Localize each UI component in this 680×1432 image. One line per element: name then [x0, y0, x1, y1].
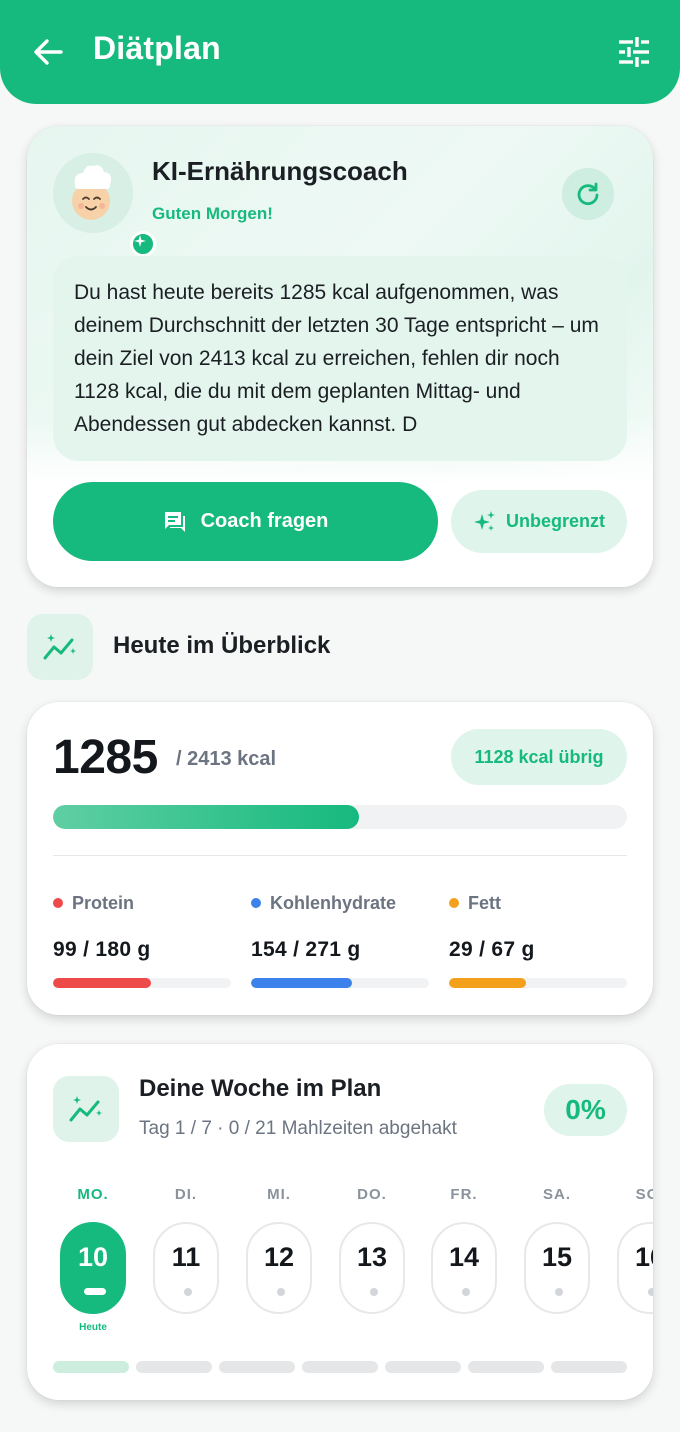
- macro-carbs: Kohlenhydrate 154 / 271 g: [251, 892, 429, 988]
- day-name: DO.: [357, 1186, 387, 1203]
- week-segment: [468, 1361, 544, 1373]
- day-3[interactable]: DO. 13: [339, 1186, 405, 1314]
- macro-name: Kohlenhydrate: [270, 892, 397, 913]
- day-pill[interactable]: 12: [246, 1222, 312, 1314]
- section-title-overview: Heute im Überblick: [113, 632, 331, 659]
- macro-value: 154 / 271 g: [251, 938, 361, 961]
- week-segment: [385, 1361, 461, 1373]
- calorie-progress-fill: [53, 805, 359, 829]
- week-segment: [551, 1361, 627, 1373]
- refresh-button[interactable]: [562, 168, 614, 220]
- day-1[interactable]: DI. 11: [153, 1186, 219, 1314]
- macro-progress-bar: [449, 978, 627, 988]
- trend-sparkle-icon: [43, 634, 76, 660]
- day-number: 16: [634, 1242, 653, 1272]
- macro-value: 29 / 67 g: [449, 938, 535, 961]
- week-progress-badge: 0%: [544, 1084, 627, 1136]
- app-header: Diätplan: [0, 0, 680, 104]
- kcal-consumed: 1285: [53, 731, 158, 784]
- unlimited-button[interactable]: Unbegrenzt: [451, 490, 627, 553]
- sparkles-icon: [474, 510, 495, 531]
- day-pill[interactable]: 14: [431, 1222, 497, 1314]
- page-title: Diätplan: [93, 30, 221, 66]
- week-segment: [302, 1361, 378, 1373]
- day-name: SO.: [635, 1186, 653, 1203]
- day-name: SA.: [542, 1186, 571, 1203]
- day-name: FR.: [450, 1186, 478, 1203]
- macro-progress-fill: [53, 978, 151, 988]
- day-pill[interactable]: 11: [153, 1222, 219, 1314]
- day-indicator: [555, 1288, 563, 1296]
- kcal-goal: / 2413 kcal: [176, 748, 277, 770]
- calorie-progress-bar: [53, 805, 627, 829]
- macro-value: 99 / 180 g: [53, 938, 151, 961]
- day-indicator: [462, 1288, 470, 1296]
- coach-message: Du hast heute bereits 1285 kcal aufgenom…: [53, 256, 627, 461]
- macro-name: Fett: [468, 892, 501, 913]
- trend-icon-badge: [27, 614, 93, 680]
- day-indicator: [184, 1288, 192, 1296]
- week-segment: [53, 1361, 129, 1373]
- week-icon-badge: [53, 1076, 119, 1142]
- day-indicator: [370, 1288, 378, 1296]
- day-pill[interactable]: 10: [60, 1222, 126, 1314]
- day-pill[interactable]: 15: [524, 1222, 590, 1314]
- arrow-left-icon: [34, 39, 63, 65]
- day-indicator: [84, 1288, 106, 1295]
- chef-avatar-icon: [72, 165, 112, 220]
- protein-color-dot: [53, 898, 63, 908]
- ask-coach-button[interactable]: Coach fragen: [53, 482, 438, 561]
- week-title: Deine Woche im Plan: [139, 1075, 382, 1102]
- macro-fat: Fett 29 / 67 g: [449, 892, 627, 988]
- day-5[interactable]: SA. 15: [524, 1186, 590, 1314]
- today-label: Heute: [79, 1322, 107, 1333]
- unlimited-label: Unbegrenzt: [506, 511, 605, 531]
- day-number: 15: [541, 1242, 573, 1272]
- week-segment: [136, 1361, 212, 1373]
- macro-progress-fill: [251, 978, 353, 988]
- refresh-icon: [577, 182, 599, 206]
- macro-progress-bar: [53, 978, 231, 988]
- day-pill[interactable]: 13: [339, 1222, 405, 1314]
- week-plan-card[interactable]: Deine Woche im Plan Tag 1 / 7 · 0 / 21 M…: [27, 1044, 653, 1400]
- macro-progress-fill: [449, 978, 526, 988]
- kcal-remaining-badge: 1128 kcal übrig: [451, 729, 627, 785]
- day-number: 13: [356, 1242, 388, 1272]
- day-indicator: [277, 1288, 285, 1296]
- fat-color-dot: [449, 898, 459, 908]
- day-0[interactable]: MO. 10 Heute: [60, 1186, 126, 1333]
- chat-icon: [164, 511, 185, 532]
- coach-avatar: [53, 153, 156, 257]
- sparkle-badge: [130, 231, 156, 257]
- divider: [53, 855, 627, 856]
- day-number: 11: [171, 1242, 201, 1272]
- day-number: 10: [77, 1242, 109, 1272]
- trend-sparkle-icon: [69, 1096, 102, 1122]
- week-subtitle: Tag 1 / 7 · 0 / 21 Mahlzeiten abgehakt: [139, 1118, 457, 1139]
- coach-greeting: Guten Morgen!: [152, 204, 273, 223]
- sparkle-icon: [134, 235, 146, 247]
- carbs-color-dot: [251, 898, 261, 908]
- day-name: MO.: [77, 1186, 109, 1203]
- ask-coach-label: Coach fragen: [200, 510, 329, 532]
- sliders-icon: [619, 37, 649, 67]
- filter-button[interactable]: [612, 34, 656, 70]
- back-button[interactable]: [28, 34, 68, 70]
- day-name: MI.: [267, 1186, 291, 1203]
- day-pill[interactable]: 16: [617, 1222, 653, 1314]
- week-segment: [219, 1361, 295, 1373]
- macro-protein: Protein 99 / 180 g: [53, 892, 231, 988]
- day-number: 14: [448, 1242, 480, 1272]
- coach-card: KI-Ernährungscoach Guten Morgen! Du hast…: [27, 126, 653, 587]
- day-2[interactable]: MI. 12: [246, 1186, 312, 1314]
- day-indicator: [648, 1288, 653, 1296]
- day-number: 12: [263, 1242, 295, 1272]
- macro-progress-bar: [251, 978, 429, 988]
- day-6[interactable]: SO. 16: [617, 1186, 653, 1314]
- day-name: DI.: [174, 1186, 198, 1203]
- day-4[interactable]: FR. 14: [431, 1186, 497, 1314]
- coach-title: KI-Ernährungscoach: [152, 156, 408, 186]
- macro-name: Protein: [72, 892, 135, 913]
- daily-overview-card: 1285 / 2413 kcal 1128 kcal übrig Protein…: [27, 702, 653, 1015]
